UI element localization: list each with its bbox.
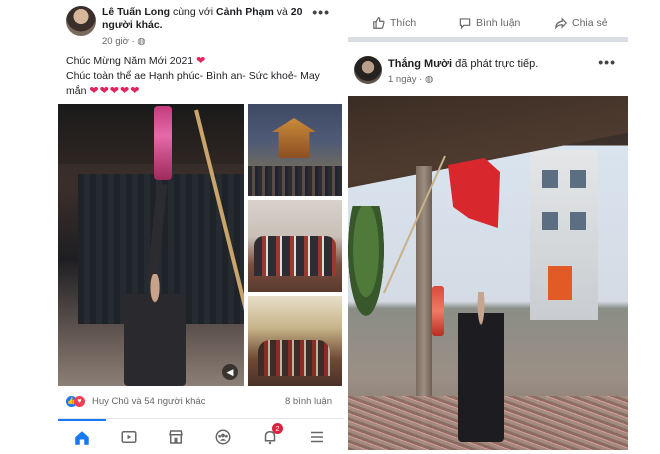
main-video[interactable]: ◀ [58,104,244,386]
live-author-name[interactable]: Thắng Mười [388,58,452,70]
share-label: Chia sẻ [572,17,608,29]
live-video[interactable] [348,96,628,450]
left-post-panel: Lê Tuấn Long cùng với Cảnh Phạm và 20 ng… [58,0,344,454]
nav-menu[interactable] [293,419,341,454]
more-options-icon[interactable]: ••• [598,54,616,70]
page: Lê Tuấn Long cùng với Cảnh Phạm và 20 ng… [0,0,660,454]
post-action-bar: Thích Bình luận Chia sẻ [348,8,628,42]
live-author-avatar[interactable] [354,56,382,84]
reactions-bar: 👍 ♥ Huy Chũ và 54 người khác 8 bình luận [66,394,338,410]
comment-button[interactable]: Bình luận [458,16,520,30]
heart-emoji-icon: ❤ [196,55,207,67]
home-icon [75,431,89,445]
post-header: Lê Tuấn Long cùng với Cảnh Phạm và 20 ng… [66,4,340,50]
gallery-thumb-gathering[interactable] [248,200,342,292]
reactions-text[interactable]: Huy Chũ và 54 người khác [92,396,205,407]
nav-groups[interactable] [199,419,247,454]
photo-gallery: ◀ [58,104,342,386]
share-button[interactable]: Chia sẻ [554,16,608,30]
author-avatar[interactable] [66,6,96,36]
live-header-text: Thắng Mười đã phát trực tiếp. [388,58,538,70]
live-post-header: Thắng Mười đã phát trực tiếp. 1 ngày · ◍… [354,54,624,90]
live-post-time[interactable]: 1 ngày · [388,74,422,85]
marketplace-icon [169,430,183,444]
comment-label: Bình luận [476,17,521,29]
more-options-icon[interactable]: ••• [312,4,330,20]
tagged-name[interactable]: Cảnh Phạm [216,6,274,18]
live-post-meta: 1 ngày · ◍ [388,74,433,85]
right-post-panel: Thích Bình luận Chia sẻ Thắng Mười đã ph… [348,0,628,454]
globe-icon: ◍ [424,74,434,85]
watch-icon [121,431,137,443]
nav-notifications[interactable]: 2 [246,419,294,454]
like-label: Thích [390,17,417,29]
nav-watch[interactable] [105,419,153,454]
post-meta: 20 giờ · ◍ [102,36,146,47]
like-button[interactable]: Thích [372,16,416,30]
gallery-thumb-dinner[interactable] [248,296,342,386]
reaction-icons[interactable]: 👍 ♥ [66,396,85,407]
author-name[interactable]: Lê Tuấn Long [102,6,170,18]
comment-icon [459,18,471,30]
nav-home[interactable] [58,419,106,454]
groups-icon [215,429,231,445]
gallery-thumb-temple[interactable] [248,104,342,196]
notification-badge: 2 [272,423,283,434]
share-icon [554,17,568,30]
globe-icon: ◍ [137,36,146,47]
live-action-text: đã phát trực tiếp. [455,58,539,70]
menu-icon [311,431,323,443]
flag-image [448,158,500,228]
comment-count[interactable]: 8 bình luận [285,396,332,407]
love-reaction-icon: ♥ [74,396,85,407]
post-text: Chúc Mừng Năm Mới 2021 ❤ Chúc toàn thể a… [66,54,336,99]
post-time[interactable]: 20 giờ · [102,36,135,47]
hearts-emoji-icon: ❤❤❤❤❤ [89,85,141,97]
bottom-nav: 2 [58,418,344,454]
volume-icon[interactable]: ◀ [222,364,238,380]
and-text: và [276,6,288,18]
with-text: cùng với [172,6,214,18]
post-header-text: Lê Tuấn Long cùng với Cảnh Phạm và 20 ng… [102,6,316,32]
thumbs-up-icon [373,17,385,29]
nav-marketplace[interactable] [152,419,200,454]
post-line-1: Chúc Mừng Năm Mới 2021 [66,55,194,67]
